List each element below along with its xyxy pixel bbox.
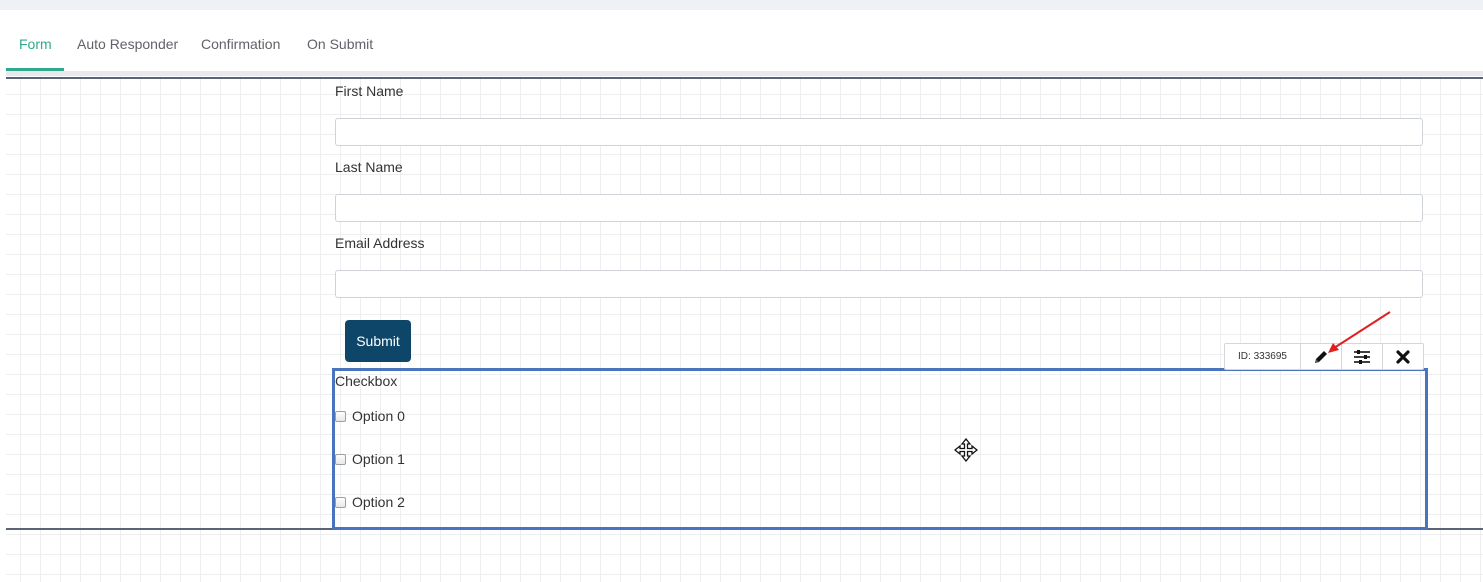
checkbox-option-label: Option 0 <box>352 408 405 424</box>
email-address-field[interactable] <box>335 270 1423 298</box>
tab-on-submit[interactable]: On Submit <box>307 36 373 52</box>
checkbox-input[interactable] <box>335 410 346 422</box>
checkbox-element-selected[interactable] <box>332 368 1428 530</box>
email-address-label: Email Address <box>335 235 425 251</box>
last-name-label: Last Name <box>335 159 403 175</box>
tab-form[interactable]: Form <box>19 36 52 52</box>
first-name-label: First Name <box>335 83 404 99</box>
checkbox-title: Checkbox <box>335 373 398 389</box>
top-strip <box>0 0 1483 10</box>
tab-bar: Form Auto Responder Confirmation On Subm… <box>6 10 1483 71</box>
checkbox-option[interactable]: Option 1 <box>335 451 405 467</box>
checkbox-option[interactable]: Option 2 <box>335 494 405 510</box>
checkbox-option[interactable]: Option 0 <box>335 408 405 424</box>
last-name-field[interactable] <box>335 194 1423 222</box>
checkbox-input[interactable] <box>335 496 346 508</box>
first-name-field[interactable] <box>335 118 1423 146</box>
move-cursor-icon <box>954 438 978 462</box>
close-icon <box>1396 349 1410 364</box>
tab-confirmation[interactable]: Confirmation <box>201 36 280 52</box>
checkbox-input[interactable] <box>335 453 346 465</box>
element-id-label: ID: 333695 <box>1225 344 1301 369</box>
submit-button[interactable]: Submit <box>345 320 411 362</box>
checkbox-option-label: Option 2 <box>352 494 405 510</box>
annotation-arrow-icon <box>1328 311 1391 353</box>
tab-auto-responder[interactable]: Auto Responder <box>77 36 178 52</box>
canvas-top-border <box>6 77 1483 79</box>
checkbox-option-label: Option 1 <box>352 451 405 467</box>
